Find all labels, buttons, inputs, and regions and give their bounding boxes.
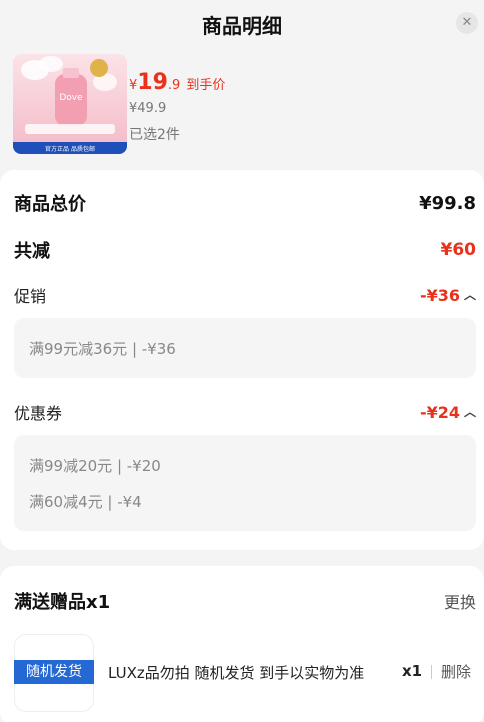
- header: 商品明细 ✕: [0, 0, 484, 48]
- coupon-row[interactable]: 优惠券 -¥24 ︿: [14, 400, 476, 424]
- brand-logo-text: Dove: [59, 93, 83, 103]
- gift-badge: 随机发货: [14, 660, 94, 684]
- page-title: 商品明细: [202, 14, 282, 38]
- product-image: Dove 官方正品 品质包邮: [13, 54, 127, 154]
- gift-name: LUXz品勿拍 随机发货 到手以实物为准: [108, 664, 365, 682]
- coupon-value-group[interactable]: -¥24 ︿: [420, 403, 476, 422]
- promotion-label: 促销: [14, 287, 47, 306]
- chevron-up-icon[interactable]: ︿: [464, 403, 476, 420]
- price-row: ¥ 19 .9 到手价: [129, 70, 225, 95]
- chevron-up-icon[interactable]: ︿: [464, 286, 476, 303]
- price-integer: 19: [137, 70, 168, 95]
- promotion-value: -¥36: [419, 285, 460, 305]
- coupon-detail-box: 满99减20元 | -¥20 满60减4元 | -¥4: [14, 435, 476, 531]
- coupon-value: -¥24: [419, 402, 460, 422]
- swap-button[interactable]: 更换: [444, 589, 476, 613]
- gift-quantity: x1: [402, 662, 423, 680]
- gift-card: 满送赠品x1 更换 随机发货 LUXz品勿拍 随机发货 到手以实物为准 x1 删…: [0, 566, 484, 722]
- price-symbol: ¥: [129, 78, 138, 93]
- discount-label: 共减: [14, 241, 50, 262]
- selected-count: 已选2件: [129, 127, 180, 143]
- coupon-detail-2: 满60减4元 | -¥4: [29, 493, 142, 511]
- close-icon[interactable]: ✕: [456, 12, 478, 34]
- gift-title: 满送赠品x1: [14, 592, 111, 613]
- price-label: 到手价: [186, 78, 226, 93]
- promotion-row[interactable]: 促销 -¥36 ︿: [14, 283, 476, 307]
- original-price: ¥49.9: [129, 101, 167, 116]
- price-detail-card: 商品总价 ¥99.8 共减 ¥60 促销 -¥36 ︿ 满99元减36元 | -…: [0, 170, 484, 550]
- promotion-value-group[interactable]: -¥36 ︿: [420, 286, 476, 305]
- total-label: 商品总价: [14, 194, 86, 215]
- price-decimal: .9: [167, 78, 181, 93]
- coupon-detail-1: 满99减20元 | -¥20: [29, 457, 161, 475]
- gift-header: 满送赠品x1 更换: [14, 588, 476, 614]
- promotion-detail: 满99元减36元 | -¥36: [29, 340, 176, 358]
- total-value: ¥99.8: [419, 192, 476, 214]
- coupon-label: 优惠券: [14, 404, 63, 423]
- discount-row: 共减 ¥60: [14, 237, 476, 263]
- discount-value: ¥60: [440, 240, 477, 260]
- divider: [431, 665, 432, 679]
- delete-button[interactable]: 删除: [441, 661, 471, 682]
- promotion-detail-box: 满99元减36元 | -¥36: [14, 318, 476, 378]
- total-row: 商品总价 ¥99.8: [14, 190, 476, 216]
- image-footer-text: 官方正品 品质包邮: [45, 145, 95, 153]
